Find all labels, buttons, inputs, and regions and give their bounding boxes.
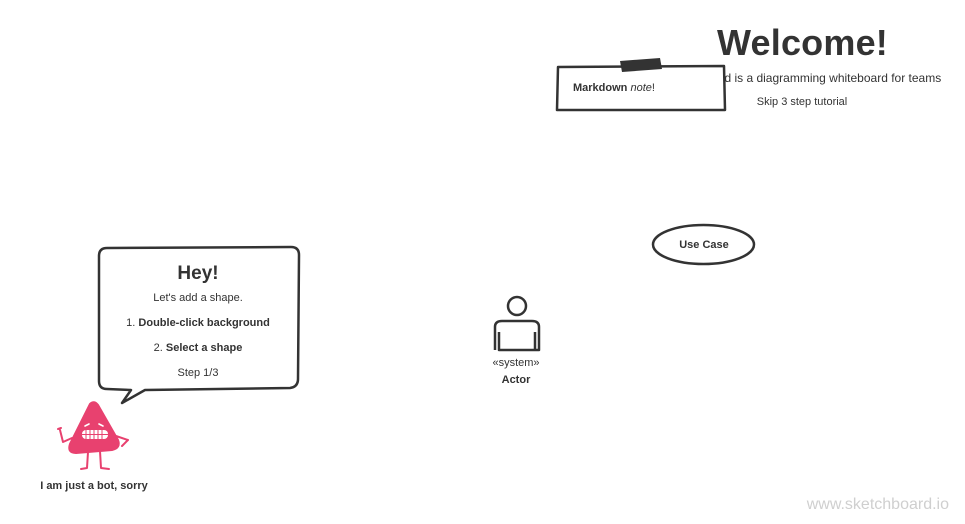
actor-head — [506, 295, 528, 317]
watermark: www.sketchboard.io — [806, 496, 949, 513]
tutorial-heading: Hey! — [177, 263, 219, 284]
markdown-note-text: Markdown note! — [573, 82, 655, 94]
actor-label: Actor — [501, 374, 531, 386]
actor-shape[interactable] — [490, 294, 544, 356]
skip-tutorial-link[interactable]: Skip 3 step tutorial — [740, 96, 864, 108]
bot-caption: I am just a bot, sorry — [40, 480, 148, 492]
tutorial-step-2: 2. Select a shape — [100, 336, 296, 361]
note-italic-text: note — [630, 82, 652, 94]
step-2-number: 2. — [153, 342, 163, 354]
bot-body — [68, 401, 120, 454]
tutorial-intro: Let's add a shape. — [153, 292, 243, 304]
step-1-number: 1. — [126, 317, 136, 329]
actor-stereotype: «system» — [492, 357, 540, 369]
note-bold-text: Markdown — [573, 82, 628, 94]
use-case-label: Use Case — [679, 239, 729, 251]
step-2-text: Select a shape — [165, 342, 243, 354]
step-1-text: Double-click background — [138, 317, 270, 329]
tutorial-step-1: 1. Double-click background — [100, 311, 296, 336]
bot-mascot-icon — [57, 401, 129, 470]
note-suffix: ! — [651, 82, 655, 94]
tutorial-content: Hey! Let's add a shape. 1. Double-click … — [100, 262, 296, 386]
actor-body — [493, 319, 541, 352]
whiteboard-canvas[interactable]: Welcome! Sketchboard is a diagramming wh… — [0, 0, 965, 524]
tutorial-progress: Step 1/3 — [177, 367, 219, 379]
